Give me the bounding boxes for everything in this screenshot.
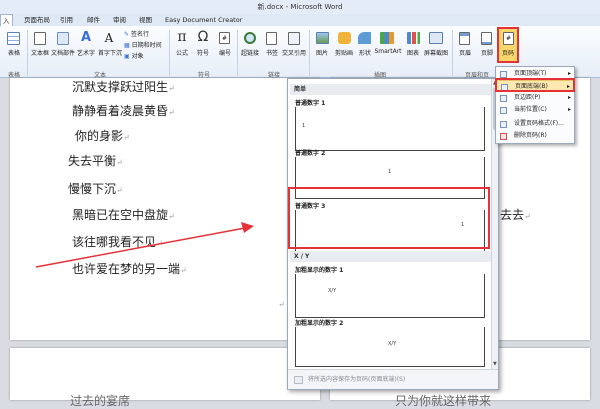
menu-item-current-position[interactable]: 当前位置(C) ▸ [496, 104, 574, 116]
page-margin-icon [500, 95, 507, 102]
format-icon [500, 121, 507, 128]
submenu-arrow-icon: ▸ [567, 106, 571, 113]
menu-item-remove-page-numbers[interactable]: 删除页码(R) [496, 130, 574, 142]
gallery-section-simple: 简单 [290, 84, 494, 95]
page-preview: X/Y [295, 327, 485, 367]
menu-item-page-margins[interactable]: 页边距(P) ▸ [496, 92, 574, 104]
menu-item-format-page-numbers[interactable]: 设置页码格式(F)... [496, 118, 574, 130]
gallery-section-xy: X / Y [290, 251, 494, 262]
gallery-item-bold-number-1[interactable]: 加粗显示的数字 1 X/Y [291, 264, 491, 320]
current-position-icon [500, 107, 507, 114]
arrow-shaft [35, 227, 246, 268]
submenu-arrow-icon: ▸ [567, 94, 571, 101]
arrow-head [241, 222, 254, 233]
page-top-icon [500, 71, 507, 78]
gallery-item-bold-number-2[interactable]: 加粗显示的数字 2 X/Y [291, 315, 491, 371]
remove-icon [500, 133, 507, 140]
selected-option-highlight [288, 187, 490, 249]
save-gallery-icon [294, 376, 303, 384]
scroll-down-icon[interactable]: ▼ [493, 362, 498, 367]
bottom-of-page-highlight-box [495, 78, 575, 92]
page-preview: X/Y [295, 274, 485, 318]
save-selection-as-pagenum: 将所选内容保存为页码(页面底端)(S) [288, 369, 498, 389]
